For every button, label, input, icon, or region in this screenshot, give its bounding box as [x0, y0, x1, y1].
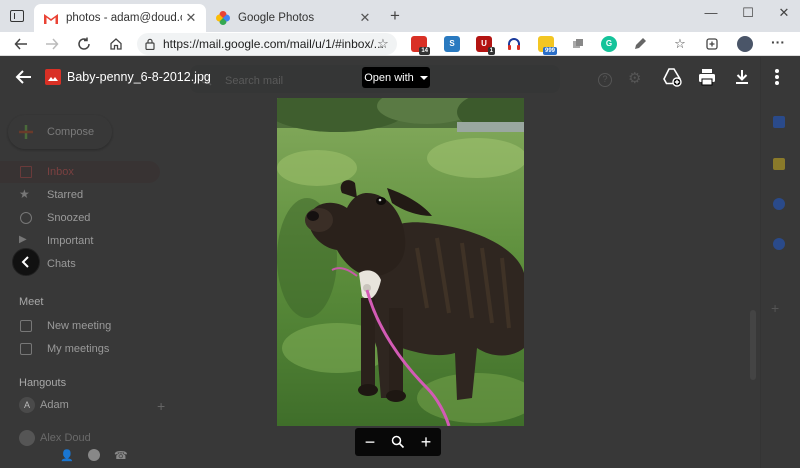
shield-extension-icon[interactable]: U1	[476, 36, 495, 55]
zoom-reset-button[interactable]	[387, 431, 409, 453]
meet-header: Meet	[19, 296, 44, 308]
scrollbar	[750, 310, 756, 380]
zoom-in-button[interactable]: +	[415, 431, 437, 453]
hangouts-header: Hangouts	[19, 377, 67, 389]
chevron-down-icon	[419, 75, 428, 80]
add-hangout-icon: +	[157, 398, 166, 414]
contact-avatar	[19, 430, 35, 446]
inbox-icon	[20, 166, 32, 178]
file-name: Baby-penny_6-8-2012.jpg	[67, 70, 211, 84]
extension-999-icon[interactable]: 999	[538, 36, 557, 55]
forward-arrow-icon	[46, 38, 59, 50]
skype-extension-icon[interactable]: S	[444, 36, 460, 52]
browser-toolbar: https://mail.google.com/mail/u/1/#inbox/…	[0, 32, 800, 56]
download-button[interactable]	[731, 66, 753, 88]
print-button[interactable]	[696, 66, 718, 88]
tab-close-icon[interactable]: ✕	[356, 10, 374, 26]
browser-tab-strip: photos - adam@doud.org - Dou ✕ Google Ph…	[0, 0, 800, 32]
video-icon	[20, 320, 32, 332]
meet-my-meetings: My meetings	[47, 343, 110, 355]
contacts-app-icon	[773, 238, 785, 250]
tab-title: photos - adam@doud.org - Dou	[66, 12, 182, 24]
tab-title: Google Photos	[238, 12, 315, 24]
reload-button[interactable]	[73, 33, 95, 55]
zoom-icon	[391, 435, 405, 449]
print-icon	[699, 69, 715, 86]
close-viewer-button[interactable]	[12, 65, 36, 89]
lock-icon	[145, 38, 155, 51]
box-extension-icon[interactable]	[570, 36, 586, 52]
more-vert-icon	[775, 69, 779, 85]
tasks-app-icon	[773, 198, 785, 210]
minimize-button[interactable]: —	[697, 3, 725, 23]
compose-plus-icon	[18, 124, 34, 140]
chevron-left-icon	[21, 256, 29, 268]
zoom-out-button[interactable]: −	[359, 431, 381, 453]
tab-close-icon[interactable]: ✕	[182, 10, 200, 26]
nav-chats: Chats	[47, 258, 76, 270]
profile-avatar[interactable]	[737, 36, 753, 52]
favorites-icon[interactable]: ☆	[672, 36, 688, 52]
dog-photo	[277, 98, 524, 426]
close-window-button[interactable]: ✕	[770, 3, 798, 23]
viewer-toolbar: Baby-penny_6-8-2012.jpg Open with	[0, 57, 800, 97]
more-menu-icon[interactable]: ···	[770, 35, 786, 52]
person-icon: 👤	[60, 450, 74, 462]
grammarly-extension-icon[interactable]: G	[601, 36, 617, 52]
new-tab-button[interactable]: +	[386, 6, 404, 26]
collections-icon[interactable]	[704, 36, 720, 52]
nav-important: Important	[47, 235, 94, 247]
clock-icon	[20, 212, 32, 224]
pen-extension-icon[interactable]	[632, 36, 648, 52]
zoom-controls: − +	[355, 428, 441, 456]
open-with-label: Open with	[364, 71, 414, 84]
address-bar[interactable]: https://mail.google.com/mail/u/1/#inbox/…	[137, 33, 397, 55]
maximize-button[interactable]: ☐	[734, 3, 762, 23]
tab-gmail[interactable]: photos - adam@doud.org - Dou ✕	[34, 4, 206, 32]
gmail-icon	[44, 12, 58, 24]
avatar: A	[19, 397, 35, 413]
reload-icon	[78, 37, 90, 50]
nav-inbox: Inbox	[47, 166, 74, 178]
forward-button[interactable]	[41, 33, 63, 55]
back-arrow-icon	[14, 38, 27, 50]
tab-google-photos[interactable]: Google Photos ✕	[208, 4, 380, 32]
url-text: https://mail.google.com/mail/u/1/#inbox/…	[163, 37, 384, 51]
calendar-extension-icon[interactable]: 14	[411, 36, 430, 55]
nav-snoozed: Snoozed	[47, 212, 91, 224]
contact-name: Alex Doud	[40, 432, 91, 444]
home-icon	[110, 38, 122, 50]
keep-app-icon	[773, 158, 785, 170]
extension-badge: 1	[487, 47, 495, 55]
google-photos-icon	[216, 11, 230, 25]
extension-badge: 999	[542, 47, 557, 55]
hangouts-chat-icon	[88, 449, 100, 461]
extension-badge: 14	[419, 47, 430, 55]
add-app-icon: +	[771, 300, 780, 316]
previous-image-button[interactable]	[12, 248, 40, 276]
nav-starred: Starred	[47, 189, 84, 201]
screen: photos - adam@doud.org - Dou ✕ Google Ph…	[0, 0, 800, 468]
compose-label: Compose	[47, 126, 95, 138]
phone-icon: ☎	[114, 450, 128, 462]
headset-extension-icon[interactable]	[506, 36, 522, 52]
open-with-button[interactable]: Open with	[362, 67, 430, 88]
meet-new-meeting: New meeting	[47, 320, 112, 332]
download-icon	[736, 70, 748, 84]
star-icon: ★	[19, 187, 30, 201]
more-actions-button[interactable]	[766, 66, 788, 88]
home-button[interactable]	[105, 33, 127, 55]
bookmark-star-icon[interactable]: ☆	[374, 35, 392, 53]
calendar-app-icon	[773, 116, 785, 128]
image-file-icon	[45, 69, 61, 85]
important-icon: ▶	[19, 234, 27, 245]
calendar-icon	[20, 343, 32, 355]
add-to-drive-button[interactable]	[661, 66, 683, 88]
window-menu-icon[interactable]	[10, 10, 24, 22]
back-arrow-icon	[15, 70, 31, 84]
back-button[interactable]	[10, 33, 32, 55]
hangouts-user: Adam	[40, 399, 69, 411]
add-to-drive-icon	[663, 68, 682, 87]
